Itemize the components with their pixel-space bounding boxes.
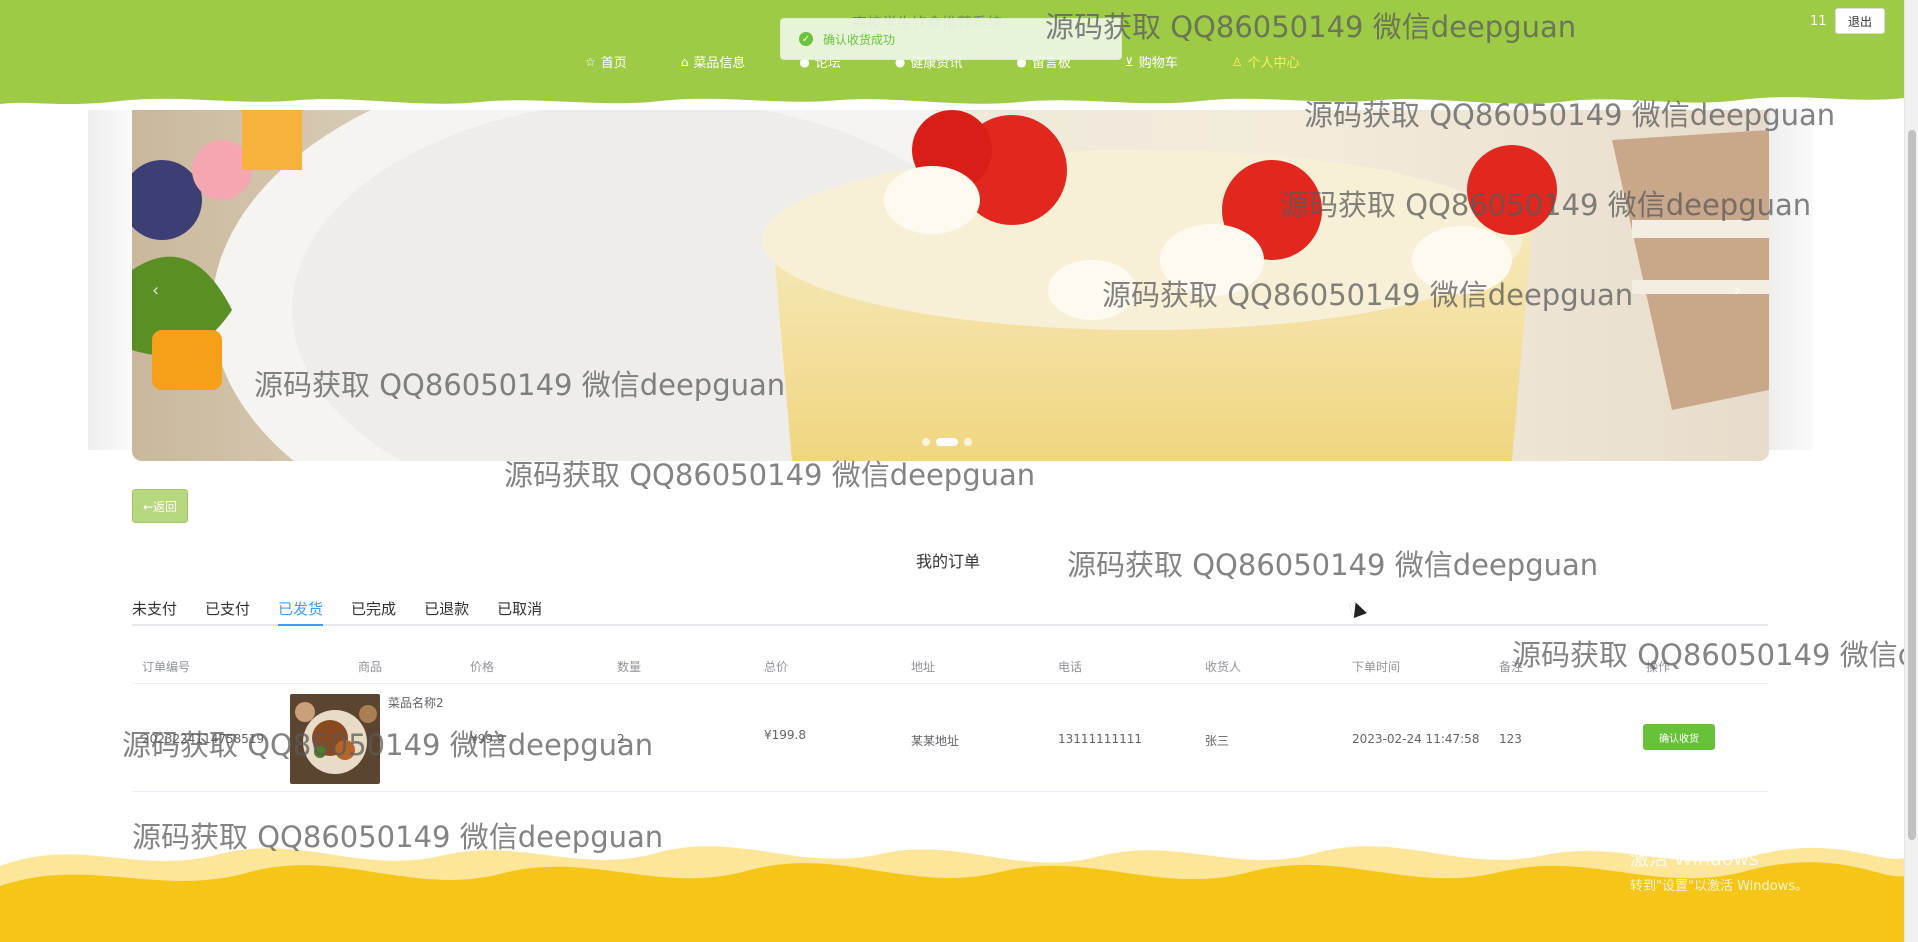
cart-icon: ⊻ [1124,54,1134,69]
tab-unpaid[interactable]: 未支付 [132,598,177,626]
nav-item-dishes[interactable]: ⌂ 菜品信息 [680,52,746,72]
top-navigation: 高校学生饮食推荐系统 ☆首页 ⌂菜品信息 ●论坛 ●健康资讯 ●留言板 ⊻购物车… [0,0,1904,110]
carousel-next-slide-peek [1769,110,1813,450]
footer-wave-background [0,846,1904,942]
nav-item-home[interactable]: ☆ 首页 [585,52,627,72]
carousel-dot-3[interactable] [964,438,972,446]
nav-item-cart[interactable]: ⊻ 购物车 [1124,52,1178,72]
carousel-prev-arrow[interactable]: ‹ [152,280,159,301]
watermark: 源码获取 QQ86050149 微信deepguan [1067,548,1599,582]
confirm-receipt-button[interactable]: 确认收货 [1643,724,1715,750]
quantity: 2 [617,732,625,746]
col-address: 地址 [911,660,936,674]
col-product: 商品 [358,660,383,674]
product-image [290,694,380,784]
logout-button[interactable]: 退出 [1835,8,1885,34]
page: 高校学生饮食推荐系统 ☆首页 ⌂菜品信息 ●论坛 ●健康资讯 ●留言板 ⊻购物车… [0,0,1918,942]
tab-refunded[interactable]: 已退款 [424,598,469,626]
col-action: 操作 [1646,660,1671,674]
col-phone: 电话 [1058,660,1083,674]
username: 11 [1810,14,1827,29]
carousel-prev-slide-peek [88,110,132,450]
order-status-tabs: 未支付 已支付 已发货 已完成 已退款 已取消 [132,598,1768,626]
user-icon: ♙ [1231,54,1243,69]
footer-wave [0,836,1904,942]
food-thumbnail [290,694,380,784]
bag-icon: ⌂ [680,54,689,69]
windows-activation-notice: 激活 Windows 转到"设置"以激活 Windows。 [1630,848,1809,894]
receiver: 张三 [1205,734,1230,748]
scrollbar-thumb[interactable] [1908,130,1916,840]
col-note: 备注 [1499,660,1524,674]
page-title: 我的订单 [916,552,981,571]
check-icon: ✓ [799,32,813,46]
col-price: 价格 [470,660,495,674]
star-icon: ☆ [585,54,596,69]
col-receiver: 收货人 [1205,660,1242,674]
table-row: 2023224114758519 菜品名称2 ¥99.9 2 ¥199.8 某某… [132,686,1768,792]
nav-item-personal-center[interactable]: ♙ 个人中心 [1231,52,1300,72]
address: 某某地址 [911,734,960,748]
carousel-banner: ‹ › [132,110,1769,461]
tab-cancelled[interactable]: 已取消 [497,598,542,626]
col-order-no: 订单编号 [142,660,191,674]
tab-paid[interactable]: 已支付 [205,598,250,626]
order-no: 2023224114758519 [142,732,265,746]
product-name: 菜品名称2 [388,696,444,710]
total-price: ¥199.8 [764,728,806,742]
carousel-indicators [922,438,972,446]
success-toast: ✓ 确认收货成功 [780,18,1122,60]
back-button[interactable]: ←返回 [132,489,188,523]
carousel-next-arrow[interactable]: › [1734,280,1741,301]
col-quantity: 数量 [617,660,642,674]
table-header: 订单编号 商品 价格 数量 总价 地址 电话 收货人 下单时间 备注 操作 [132,650,1768,684]
carousel-dot-2[interactable] [936,438,958,446]
cake-banner-image [132,110,1769,461]
unit-price: ¥99.9 [470,732,505,746]
tab-shipped[interactable]: 已发货 [278,598,324,626]
carousel-dot-1[interactable] [922,438,930,446]
tab-completed[interactable]: 已完成 [351,598,396,626]
order-time: 2023-02-24 11:47:58 [1352,732,1480,746]
note: 123 [1499,732,1522,746]
phone: 13111111111 [1058,732,1142,746]
col-total: 总价 [764,660,789,674]
toast-message: 确认收货成功 [823,32,896,47]
page-scrollbar[interactable] [1904,0,1918,942]
col-order-time: 下单时间 [1352,660,1401,674]
